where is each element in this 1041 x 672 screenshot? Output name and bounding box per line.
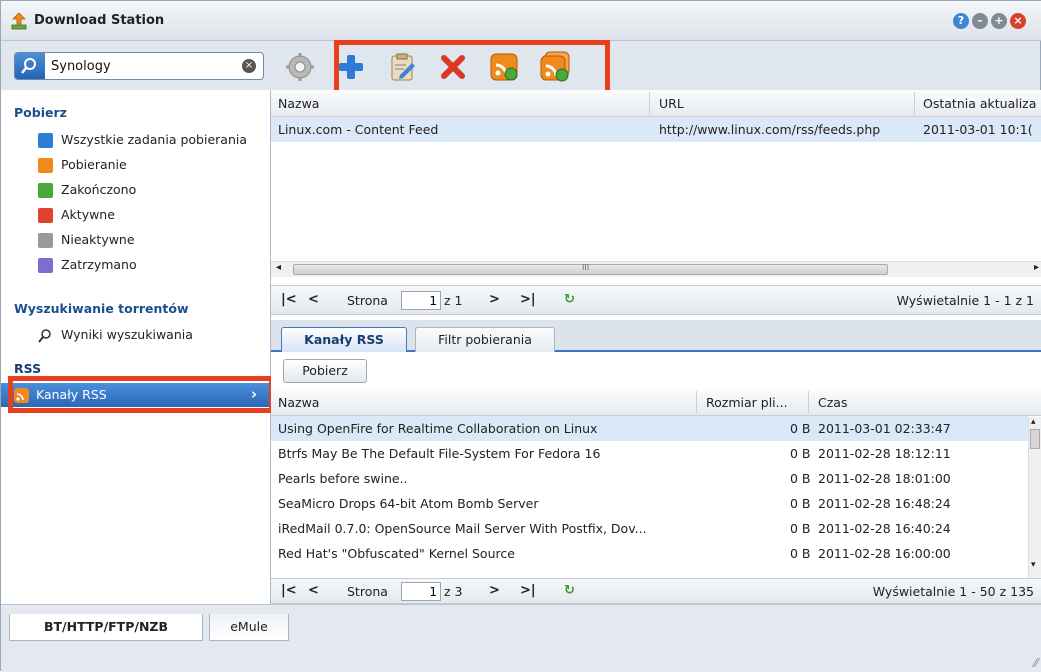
page-input[interactable] <box>401 582 441 601</box>
maximize-icon[interactable]: + <box>991 13 1007 29</box>
table-row[interactable]: Red Hat's "Obfuscated" Kernel Source 0 B2… <box>271 541 1028 566</box>
sidebar-item-completed[interactable]: Zakończono <box>1 178 269 202</box>
pager-bottom: |< < Strona z 3 > >| ↻ Wyświetalnie 1 - … <box>271 578 1041 604</box>
sidebar-item-paused[interactable]: Zatrzymano <box>1 253 269 277</box>
pager-top: |< < Strona z 1 > >| ↻ Wyświetalnie 1 - … <box>271 285 1041 315</box>
close-icon[interactable]: × <box>1010 13 1026 29</box>
section-download: Pobierz <box>14 105 67 120</box>
tab-bar: Kanały RSS Filtr pobierania <box>271 320 1041 352</box>
settings-gear-icon[interactable] <box>284 51 316 83</box>
search-box[interactable]: × <box>14 52 264 80</box>
checkmark-icon <box>38 183 53 198</box>
scroll-up-icon[interactable]: ▴ <box>1031 417 1036 427</box>
help-icon[interactable]: ? <box>953 13 969 29</box>
scrollbar-thumb[interactable]: III <box>293 263 888 275</box>
pause-icon <box>38 258 53 273</box>
window-title: Download Station <box>34 13 165 28</box>
table-row[interactable]: Pearls before swine.. 0 B 2011-02-28 18:01… <box>271 466 1028 491</box>
vertical-scroll-thumb[interactable] <box>1030 429 1040 449</box>
download-arrow-icon <box>38 158 53 173</box>
refresh-icon[interactable]: ↻ <box>564 583 575 598</box>
next-page-icon[interactable]: > <box>489 583 500 598</box>
first-page-icon[interactable]: |< <box>281 292 297 307</box>
download-station-icon <box>11 12 27 30</box>
column-file-size[interactable]: Rozmiar pli... <box>706 395 788 410</box>
display-count: Wyświetalnie 1 - 50 z 135 <box>872 584 1034 599</box>
resize-grip-icon[interactable]: ⁄⁄ <box>1034 656 1038 670</box>
display-count: Wyświetalnie 1 - 1 z 1 <box>896 293 1034 308</box>
list-icon <box>38 133 53 148</box>
column-last-update[interactable]: Ostatnia aktualiza <box>923 96 1036 111</box>
search-input[interactable] <box>51 57 231 75</box>
main-panel: Nazwa URL Ostatnia aktualiza Linux.com -… <box>271 90 1041 604</box>
column-item-name[interactable]: Nazwa <box>278 395 319 410</box>
last-page-icon[interactable]: >| <box>520 583 536 598</box>
tab-bt-http-ftp-nzb[interactable]: BT/HTTP/FTP/NZB <box>9 614 203 641</box>
column-name[interactable]: Nazwa <box>278 96 319 111</box>
section-rss: RSS <box>14 361 42 376</box>
table-row[interactable]: iRedMail 0.7.0: OpenSource Mail Server W… <box>271 516 1028 541</box>
items-grid-header: Nazwa Rozmiar pli... Czas <box>271 389 1041 416</box>
sidebar-item-search-results[interactable]: Wyniki wyszukiwania <box>1 323 269 347</box>
column-url[interactable]: URL <box>659 96 684 111</box>
scroll-down-icon[interactable]: ▾ <box>1031 560 1036 570</box>
feeds-grid-header: Nazwa URL Ostatnia aktualiza <box>271 90 1041 117</box>
scroll-left-icon[interactable]: ◂ <box>276 262 281 273</box>
sidebar-item-all-tasks[interactable]: Wszystkie zadania pobierania <box>1 128 269 152</box>
clear-search-icon[interactable]: × <box>242 59 256 73</box>
table-row[interactable]: Using OpenFire for Realtime Collaboratio… <box>271 416 1028 441</box>
search-icon <box>38 329 51 343</box>
sidebar: Pobierz Wszystkie zadania pobierania Pob… <box>1 90 271 604</box>
download-station-window: Download Station ? – + × × <box>0 0 1041 672</box>
feed-row[interactable]: Linux.com - Content Feed http://www.linu… <box>271 117 1041 142</box>
first-page-icon[interactable]: |< <box>281 583 297 598</box>
sidebar-item-inactive[interactable]: Nieaktywne <box>1 228 269 252</box>
title-bar: Download Station ? – + × <box>1 1 1041 41</box>
inactive-icon <box>38 233 53 248</box>
section-torrent-search: Wyszukiwanie torrentów <box>14 301 189 316</box>
tab-emule[interactable]: eMule <box>209 614 289 641</box>
column-time[interactable]: Czas <box>818 395 847 410</box>
sidebar-item-active[interactable]: Aktywne <box>1 203 269 227</box>
page-input[interactable] <box>401 291 441 310</box>
minimize-icon[interactable]: – <box>972 13 988 29</box>
active-icon <box>38 208 53 223</box>
search-icon[interactable] <box>15 53 45 79</box>
table-row[interactable]: SeaMicro Drops 64-bit Atom Bomb Server 0 … <box>271 491 1028 516</box>
prev-page-icon[interactable]: < <box>308 292 319 307</box>
rss-highlight <box>8 376 274 413</box>
sidebar-item-downloading[interactable]: Pobieranie <box>1 153 269 177</box>
scroll-right-icon[interactable]: ▸ <box>1034 262 1039 273</box>
toolbar-highlight <box>334 40 610 95</box>
bottom-bar: BT/HTTP/FTP/NZB eMule ⁄⁄ <box>1 604 1041 672</box>
horizontal-scrollbar[interactable]: ◂ III ▸ <box>271 261 1041 277</box>
table-row[interactable]: Btrfs May Be The Default File-System For… <box>271 441 1028 466</box>
tab-rss-feeds[interactable]: Kanały RSS <box>281 327 407 352</box>
download-button[interactable]: Pobierz <box>283 359 367 383</box>
refresh-icon[interactable]: ↻ <box>564 292 575 307</box>
tab-download-filter[interactable]: Filtr pobierania <box>415 327 555 352</box>
next-page-icon[interactable]: > <box>489 292 500 307</box>
vertical-scrollbar[interactable]: ▴ ▾ <box>1028 417 1041 578</box>
prev-page-icon[interactable]: < <box>308 583 319 598</box>
last-page-icon[interactable]: >| <box>520 292 536 307</box>
